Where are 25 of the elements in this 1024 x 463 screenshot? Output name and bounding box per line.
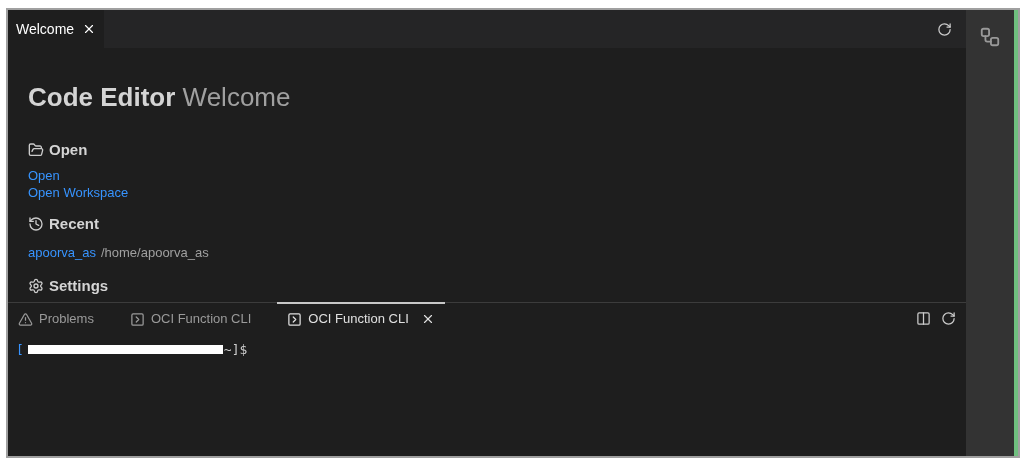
split-icon[interactable] — [916, 310, 931, 326]
panel-tab[interactable]: OCI Function CLI — [277, 302, 445, 334]
terminal-icon — [129, 311, 145, 327]
history-icon — [28, 215, 44, 232]
refresh-icon[interactable] — [941, 310, 956, 326]
recent-path: /home/apoorva_as — [100, 244, 209, 262]
refresh-icon[interactable] — [937, 21, 952, 37]
warning-icon — [18, 311, 33, 327]
terminal-icon — [287, 311, 303, 327]
section-heading: Settings — [49, 275, 109, 296]
open-link[interactable]: Open Workspace — [28, 183, 129, 201]
folder-icon — [28, 142, 44, 159]
panel-tab[interactable]: Problems — [8, 302, 104, 334]
diagram-icon[interactable] — [979, 26, 1001, 48]
prompt-bracket: [ — [16, 341, 24, 359]
welcome-title: Code Editor — [28, 82, 176, 112]
section-heading: Recent — [49, 213, 100, 234]
prompt-suffix: ~]$ — [223, 341, 248, 359]
editor-tab[interactable]: Welcome — [8, 10, 105, 48]
recent-link[interactable]: apoorva_as — [28, 243, 96, 263]
section-heading: Open — [49, 140, 88, 160]
settings-icon — [28, 277, 44, 294]
panel-tab[interactable]: OCI Function CLI — [119, 302, 262, 334]
welcome-subtitle: Welcome — [182, 82, 291, 112]
open-link[interactable]: Open — [28, 166, 60, 184]
